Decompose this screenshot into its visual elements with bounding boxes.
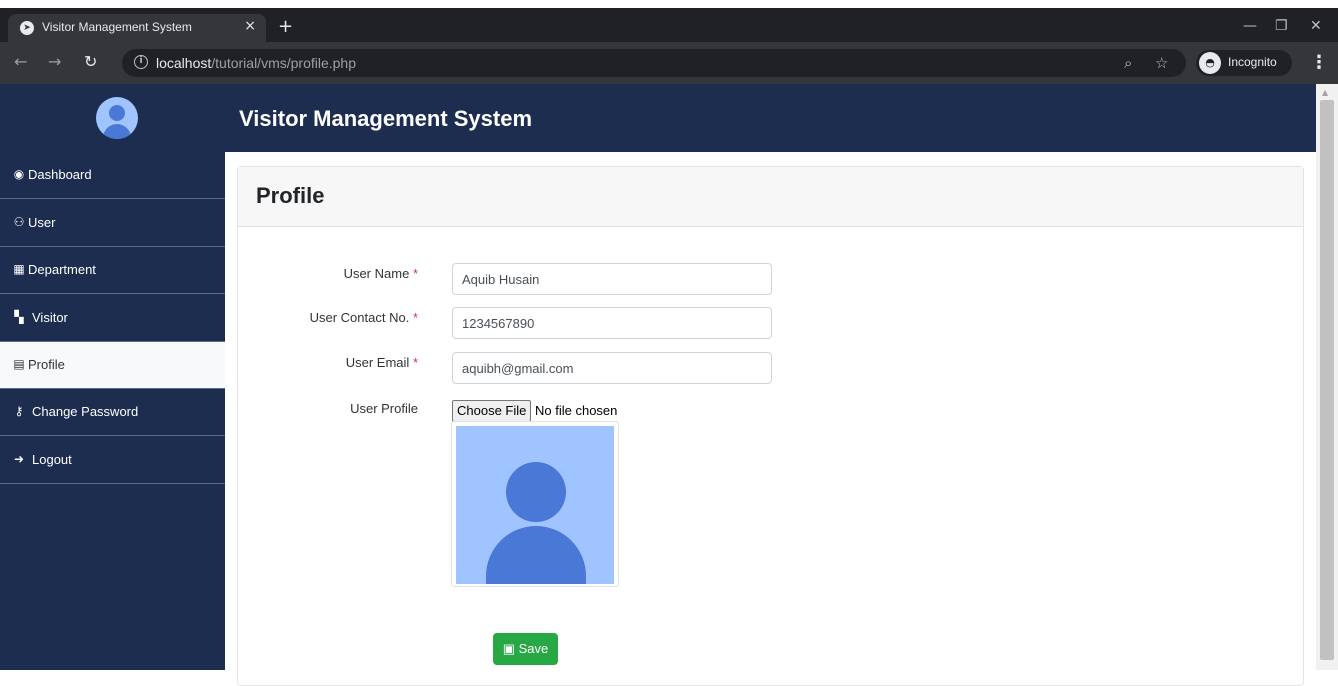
sidebar-item-visitor[interactable]: ▚ Visitor [0,295,225,342]
sidebar-item-change-password[interactable]: ⚷ Change Password [0,389,225,436]
url-host: localhost [156,55,212,71]
card-header: Profile [238,167,1303,227]
required-mark: * [412,266,418,281]
new-tab-button[interactable]: + [278,18,293,36]
sidebar-item-label: Logout [32,452,72,467]
user-placeholder-icon [456,426,614,584]
page-top-strip [0,0,1338,8]
sidebar-item-label: Dashboard [28,167,92,182]
bookmark-star-icon[interactable]: ☆ [1155,54,1168,72]
contact-field[interactable]: 1234567890 [452,307,772,339]
url-path: /tutorial/vms/profile.php [211,55,356,71]
id-badge-icon: ▤ [13,357,25,371]
app-header: Visitor Management System [0,84,1316,152]
browser-menu-icon[interactable]: ⋮ [1310,52,1328,73]
incognito-icon: ◓ [1199,52,1221,74]
scroll-up-icon[interactable]: ▲ [1322,88,1328,97]
file-status: No file chosen [535,403,618,418]
required-mark: * [412,355,418,370]
url-text: localhost/tutorial/vms/profile.php [156,55,356,71]
sidebar-item-label: Profile [28,357,65,372]
browser-tab[interactable]: ➤ Visitor Management System × [8,14,266,42]
main-content: Profile User Name * Aquib Husain User Co… [225,152,1316,686]
avatar[interactable] [96,97,138,139]
minimize-icon[interactable]: — [1243,18,1257,34]
sidebar-item-label: User [28,215,56,230]
sidebar: ◉ Dashboard ⚇ User ▦ Department ▚ Visito… [0,152,225,670]
restore-icon[interactable]: ❐ [1275,18,1288,34]
incognito-badge[interactable]: ◓ Incognito [1196,50,1292,76]
sidebar-item-label: Department [28,262,96,277]
sidebar-item-profile[interactable]: ▤ Profile [0,342,225,389]
browser-tab-bar: ➤ Visitor Management System × + — ❐ ✕ [0,8,1338,42]
tab-close-icon[interactable]: × [244,18,256,34]
sidebar-item-dashboard[interactable]: ◉ Dashboard [0,152,225,199]
browser-address-bar: ← → ↻ i localhost/tutorial/vms/profile.p… [0,42,1338,84]
required-mark: * [412,310,418,325]
forward-icon[interactable]: → [48,53,61,71]
email-field[interactable]: aquibh@gmail.com [452,352,772,384]
email-label: User Email * [345,355,418,370]
scrollbar[interactable]: ▲ [1316,84,1338,670]
close-window-icon[interactable]: ✕ [1310,18,1322,34]
sidebar-item-department[interactable]: ▦ Department [0,247,225,294]
sign-out-icon: ➜ [13,452,25,466]
contact-label: User Contact No. * [309,310,418,325]
profile-image-preview [451,421,619,587]
incognito-label: Incognito [1228,55,1277,69]
url-field[interactable]: i localhost/tutorial/vms/profile.php ⌕ ☆ [122,49,1186,77]
favicon-icon: ➤ [20,21,34,35]
profile-label: User Profile [350,401,418,416]
scrollbar-thumb[interactable] [1320,100,1334,660]
profile-card: Profile User Name * Aquib Husain User Co… [237,166,1304,686]
sidebar-item-label: Change Password [32,404,139,419]
user-name-label: User Name * [343,266,418,281]
app-title: Visitor Management System [239,106,533,131]
dashboard-icon: ◉ [13,167,25,181]
page-title: Profile [256,183,325,208]
building-icon: ▦ [13,262,25,276]
zoom-icon[interactable]: ⌕ [1124,54,1132,72]
users-icon: ⚇ [13,215,25,229]
save-label: Save [518,641,549,656]
tab-title: Visitor Management System [42,20,192,34]
user-name-field[interactable]: Aquib Husain [452,263,772,295]
visitor-icon: ▚ [14,310,24,324]
site-info-icon[interactable]: i [134,55,148,69]
sidebar-item-label: Visitor [32,310,68,325]
save-button[interactable]: ▣ Save [493,633,558,665]
sidebar-item-user[interactable]: ⚇ User [0,200,225,247]
back-icon[interactable]: ← [14,53,27,71]
sidebar-item-logout[interactable]: ➜ Logout [0,437,225,484]
floppy-disk-icon: ▣ [502,641,516,656]
reload-icon[interactable]: ↻ [84,53,97,71]
key-icon: ⚷ [14,404,24,418]
choose-file-button[interactable]: Choose File [452,400,532,422]
